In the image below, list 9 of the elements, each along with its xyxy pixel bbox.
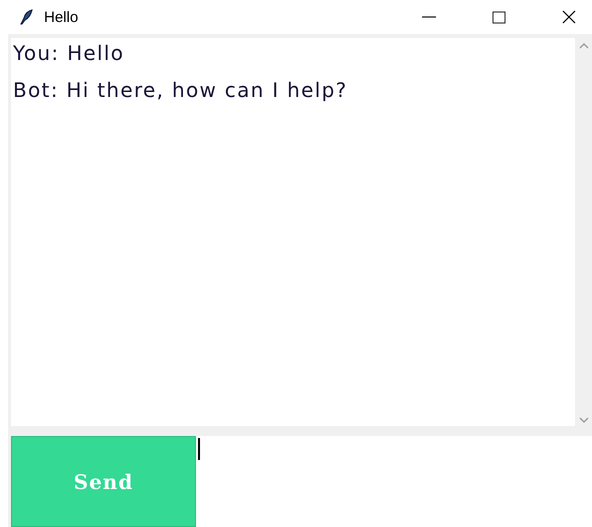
maximize-icon[interactable]	[492, 10, 506, 24]
text-cursor	[198, 438, 200, 460]
chat-message: Bot: Hi there, how can I help?	[13, 77, 348, 103]
feather-icon	[18, 9, 34, 25]
chat-message: You: Hello	[13, 40, 126, 66]
message-input[interactable]	[196, 436, 592, 527]
close-icon[interactable]	[562, 10, 576, 24]
window-title: Hello	[44, 8, 80, 26]
send-button[interactable]: Send	[11, 436, 196, 527]
